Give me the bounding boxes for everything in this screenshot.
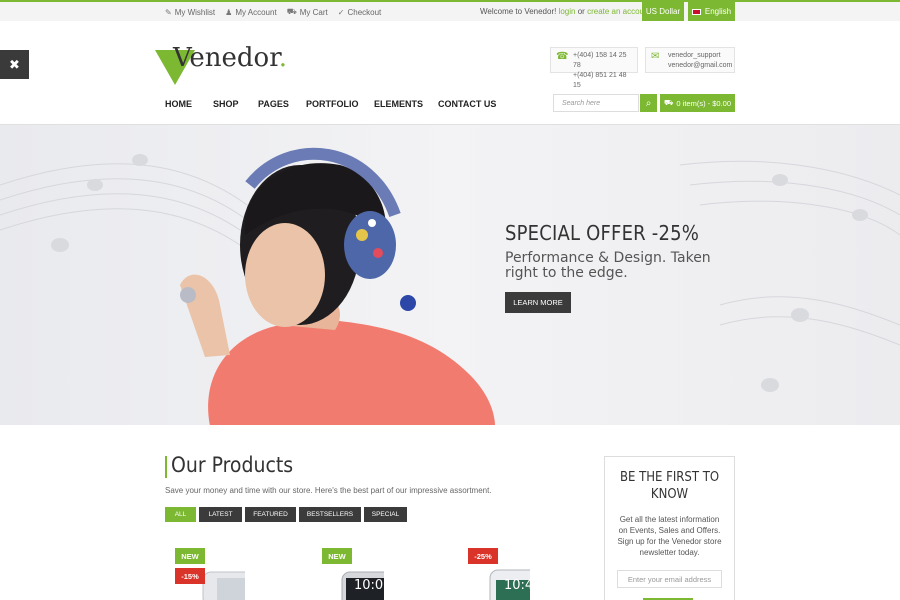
- hero-slider: SPECIAL OFFER -25% Performance & Design.…: [0, 124, 900, 425]
- nav-pages[interactable]: PAGES: [258, 99, 306, 109]
- tab-featured[interactable]: FEATURED: [245, 507, 296, 522]
- user-icon: ♟: [225, 7, 233, 17]
- search-button[interactable]: ⌕: [640, 94, 657, 112]
- skype-id: venedor_support: [668, 52, 721, 59]
- newsletter-text: Get all the latest information on Events…: [617, 515, 722, 557]
- newsletter-box: BE THE FIRST TO KNOW Get all the latest …: [604, 456, 735, 600]
- search-input[interactable]: Search here: [553, 94, 639, 112]
- learn-more-button[interactable]: LEARN MORE: [505, 292, 571, 313]
- tab-latest[interactable]: LATEST: [199, 507, 242, 522]
- currency-dropdown[interactable]: US Dollar: [642, 2, 684, 21]
- section-title: Our Products: [171, 453, 294, 477]
- nav-elements[interactable]: ELEMENTS: [374, 99, 438, 109]
- check-icon: ✓: [337, 7, 345, 17]
- product-card[interactable]: 10:45 -25%: [468, 548, 580, 600]
- cart-icon: ⛟: [663, 98, 674, 107]
- phone-screen-time: 10:45: [504, 578, 542, 593]
- language-dropdown[interactable]: English: [688, 2, 735, 21]
- new-badge: NEW: [175, 548, 205, 564]
- top-links: ✎ My Wishlist ♟ My Account ⛟ My Cart ✓ Check…: [165, 7, 381, 17]
- discount-badge: -15%: [175, 568, 205, 584]
- section-description: Save your money and time with our store.…: [165, 486, 492, 495]
- email-field[interactable]: Enter your email address: [617, 570, 722, 588]
- email-address[interactable]: venedor@gmail.com: [668, 61, 732, 71]
- nav-portfolio[interactable]: PORTFOLIO: [306, 99, 374, 109]
- logo-text: Venedor.: [173, 43, 288, 73]
- phone-screen-time: 10:08: [354, 578, 392, 593]
- nav-contact[interactable]: CONTACT US: [438, 99, 498, 109]
- logo[interactable]: Venedor.: [153, 40, 287, 90]
- checkout-link[interactable]: ✓ Checkout: [338, 7, 382, 17]
- product-filter-tabs: ALL LATEST FEATURED BESTSELLERS SPECIAL: [165, 507, 407, 522]
- cart-link[interactable]: ⛟ My Cart: [287, 7, 328, 17]
- cart-button[interactable]: ⛟ 0 item(s) - $0.00: [660, 94, 735, 112]
- skype-mail-icon: ✉: [651, 51, 660, 62]
- nav-shop[interactable]: SHOP: [213, 99, 258, 109]
- tab-special[interactable]: SPECIAL: [364, 507, 407, 522]
- new-badge: NEW: [322, 548, 352, 564]
- top-bar: ✎ My Wishlist ♟ My Account ⛟ My Cart ✓ Check…: [0, 0, 900, 21]
- tools-icon: ✖: [9, 56, 20, 72]
- tab-all[interactable]: ALL: [165, 507, 196, 522]
- hero-subtitle: Performance & Design. Taken right to the…: [505, 250, 711, 281]
- mail-box: ✉ venedor_support venedor@gmail.com: [645, 47, 735, 73]
- hero-background-art: [0, 147, 900, 425]
- phone-number-1: +(404) 158 14 25 78: [573, 52, 627, 69]
- cart-icon: ⛟: [286, 7, 297, 16]
- welcome-text: Welcome to Venedor! login or create an a…: [480, 7, 651, 16]
- search-icon: ⌕: [645, 97, 652, 109]
- newsletter-title: BE THE FIRST TO KNOW: [619, 470, 720, 502]
- product-card[interactable]: NEW -15%: [175, 548, 287, 600]
- hero-title: SPECIAL OFFER -25%: [505, 221, 700, 245]
- nav-home[interactable]: HOME: [165, 99, 213, 109]
- edit-icon: ✎: [165, 7, 172, 17]
- discount-badge: -25%: [468, 548, 498, 564]
- section-accent-bar: [165, 456, 167, 478]
- account-link[interactable]: ♟ My Account: [225, 7, 277, 17]
- uk-flag-icon: [691, 8, 701, 15]
- phone-box: ☎ +(404) 158 14 25 78 +(404) 851 21 48 1…: [550, 47, 638, 89]
- tab-bestsellers[interactable]: BESTSELLERS: [299, 507, 361, 522]
- login-link[interactable]: login: [559, 7, 576, 16]
- main-nav: HOME SHOP PAGES PORTFOLIO ELEMENTS CONTA…: [165, 99, 498, 109]
- phone-number-2: +(404) 851 21 48 15: [573, 72, 627, 89]
- wishlist-link[interactable]: ✎ My Wishlist: [165, 7, 215, 17]
- settings-tab[interactable]: ✖: [0, 50, 29, 79]
- headset-icon: ☎: [556, 51, 569, 62]
- product-card[interactable]: 10:08 NEW: [322, 548, 434, 600]
